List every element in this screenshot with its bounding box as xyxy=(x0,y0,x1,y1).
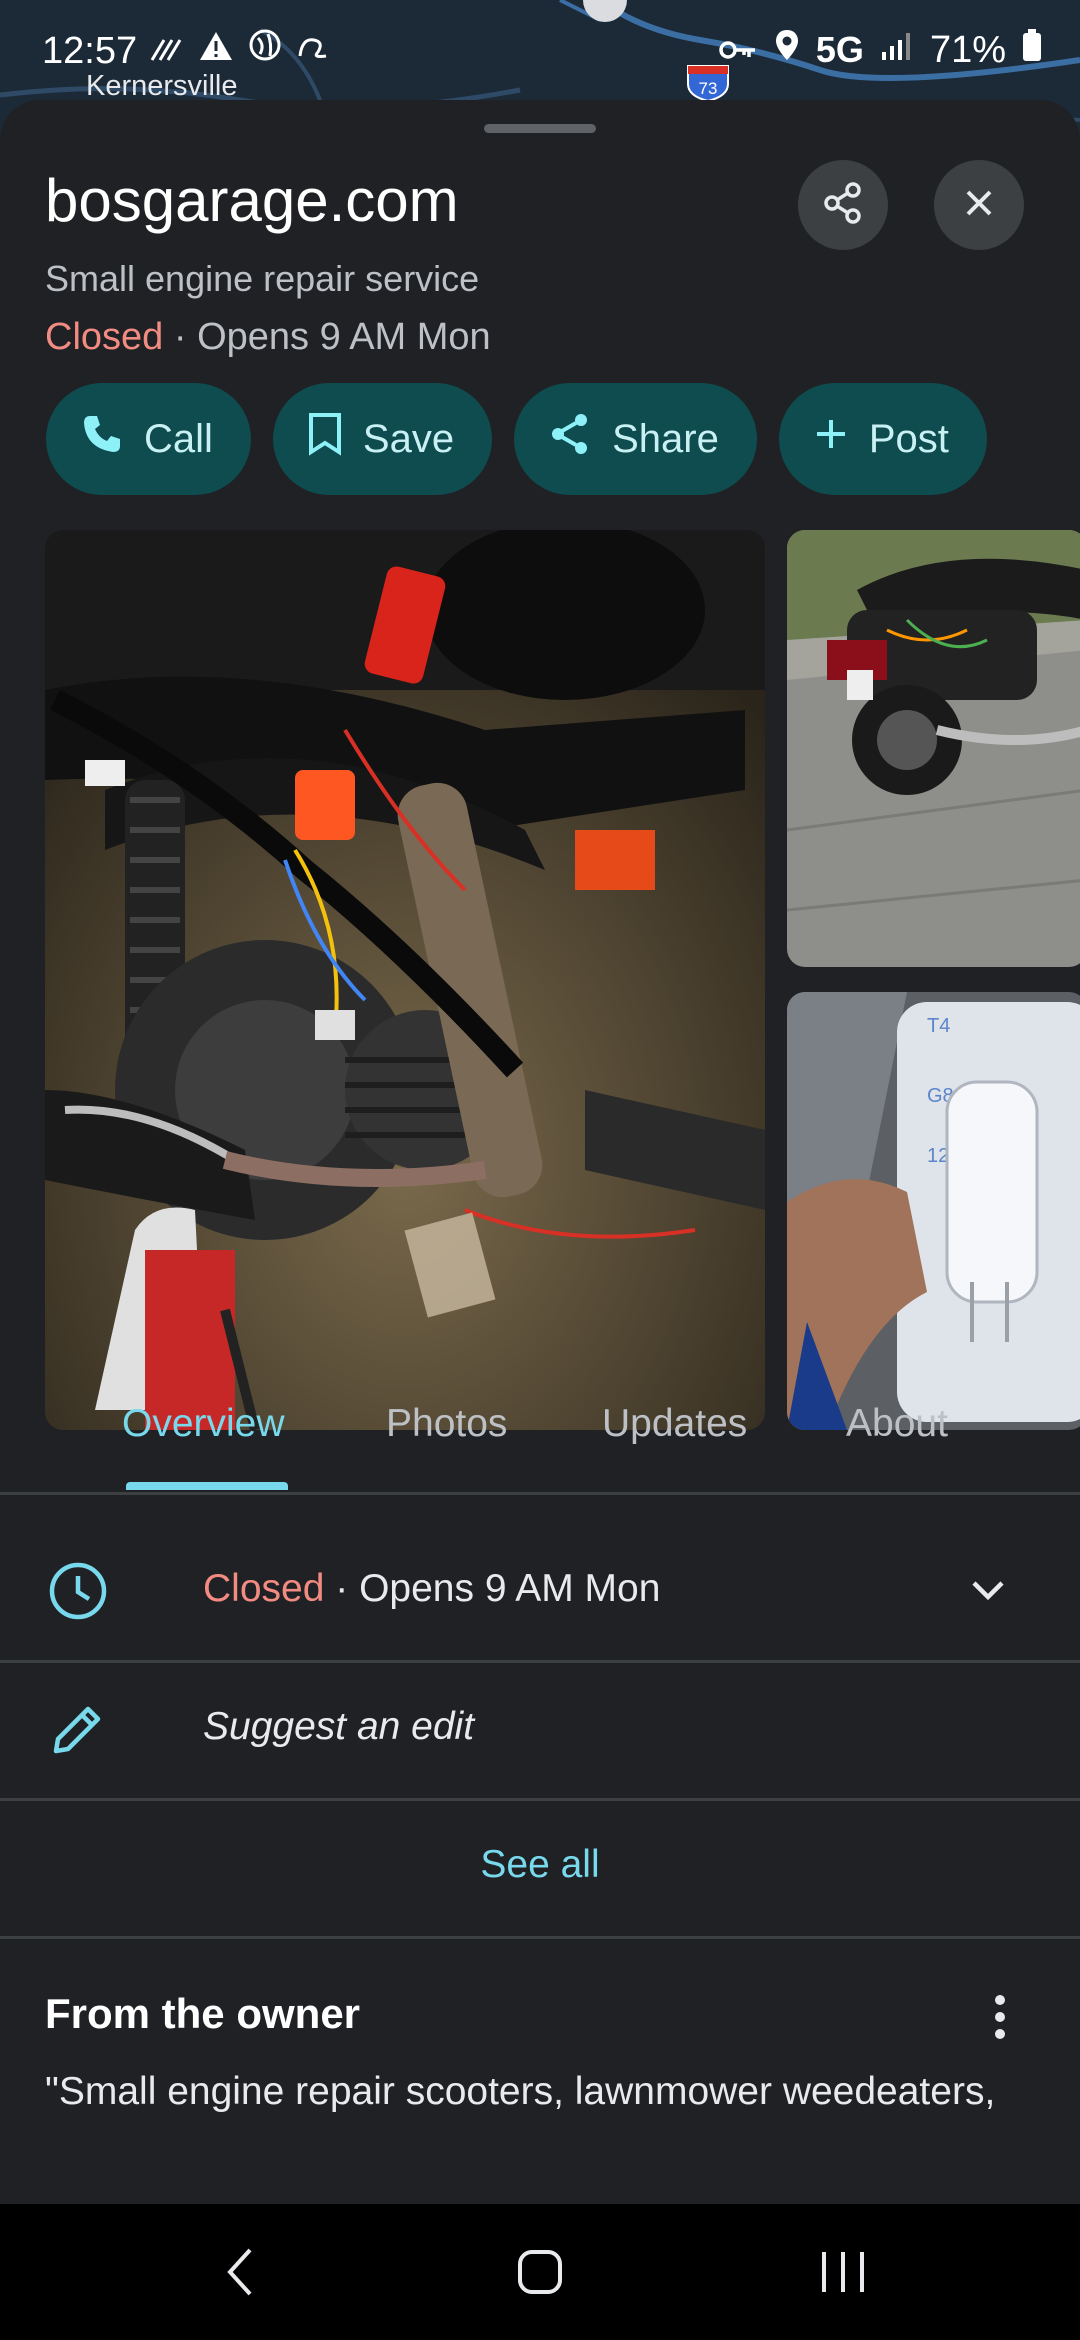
save-label: Save xyxy=(362,416,455,461)
active-tab-indicator xyxy=(126,1482,288,1490)
status-bar: 12:57 5G 71% xyxy=(0,0,1080,100)
close-icon xyxy=(961,185,997,226)
share-button[interactable] xyxy=(798,160,888,250)
hours-summary: Closed · Opens 9 AM Mon xyxy=(203,1567,660,1611)
side-photo-scooter[interactable] xyxy=(787,530,1080,967)
side-photo-bulbs[interactable]: T4 G8 12 xyxy=(787,992,1080,1430)
hours-separator: · xyxy=(163,316,198,358)
battery-icon xyxy=(1022,28,1042,72)
see-all-link[interactable]: See all xyxy=(0,1843,1080,1887)
tab-overview[interactable]: Overview xyxy=(122,1402,285,1446)
save-button[interactable]: Save xyxy=(272,383,493,495)
home-icon[interactable] xyxy=(516,2244,564,2305)
main-photo[interactable] xyxy=(45,530,765,1430)
hours-row-separator: · xyxy=(324,1567,360,1610)
bookmark-icon xyxy=(307,412,343,466)
svg-text:T4: T4 xyxy=(927,1015,950,1037)
status-time: 12:57 xyxy=(42,30,138,72)
chevron-down-icon[interactable] xyxy=(968,1573,1008,1614)
signal-icon xyxy=(880,29,914,72)
share-icon xyxy=(548,412,592,466)
plus-icon xyxy=(813,416,849,462)
hours-row[interactable]: Closed · Opens 9 AM Mon xyxy=(0,1523,1080,1663)
closed-status: Closed xyxy=(45,316,164,358)
from-owner-heading: From the owner xyxy=(45,1990,361,2037)
drag-handle[interactable] xyxy=(484,124,596,133)
wifi-calling-icon xyxy=(150,29,184,72)
alert-icon xyxy=(198,29,234,72)
action-chips: Call Save Share Post xyxy=(46,383,987,495)
phone-icon xyxy=(80,412,124,466)
call-label: Call xyxy=(144,416,213,461)
hours-closed-status: Closed xyxy=(203,1567,325,1610)
tab-updates[interactable]: Updates xyxy=(602,1402,747,1446)
share-label: Share xyxy=(612,416,719,461)
owner-quote: "Small engine repair scooters, lawnmower… xyxy=(45,2070,996,2113)
back-icon[interactable] xyxy=(220,2244,260,2305)
vpn-globe-icon xyxy=(248,28,282,72)
tab-photos[interactable]: Photos xyxy=(386,1402,507,1446)
network-type: 5G xyxy=(815,29,864,70)
more-vert-icon[interactable] xyxy=(985,1990,1015,2049)
tab-bar: Overview Photos Updates About xyxy=(0,1380,1080,1495)
see-all-row: See all xyxy=(0,1799,1080,1939)
post-button[interactable]: Post xyxy=(778,383,987,495)
place-category: Small engine repair service xyxy=(45,258,480,299)
post-label: Post xyxy=(868,416,949,461)
close-button[interactable] xyxy=(934,160,1024,250)
place-title: bosgarage.com xyxy=(45,167,459,234)
location-icon xyxy=(774,28,800,72)
pencil-icon xyxy=(48,1699,108,1764)
system-nav-bar xyxy=(0,2204,1080,2340)
tab-about[interactable]: About xyxy=(846,1402,948,1446)
call-button[interactable]: Call xyxy=(46,383,251,495)
opens-time: Opens 9 AM Mon xyxy=(197,316,491,358)
key-icon xyxy=(718,29,758,72)
clock-icon xyxy=(48,1561,108,1626)
share-icon xyxy=(821,181,865,230)
place-hours: Closed · Opens 9 AM Mon xyxy=(45,316,491,359)
share-chip-button[interactable]: Share xyxy=(514,383,757,495)
hours-opens: Opens 9 AM Mon xyxy=(359,1567,661,1610)
suggest-edit-row[interactable]: Suggest an edit xyxy=(0,1661,1080,1801)
assistant-icon xyxy=(296,29,330,72)
battery-percent: 71% xyxy=(929,28,1006,71)
suggest-edit-label: Suggest an edit xyxy=(203,1705,475,1748)
recents-icon[interactable] xyxy=(818,2244,868,2305)
